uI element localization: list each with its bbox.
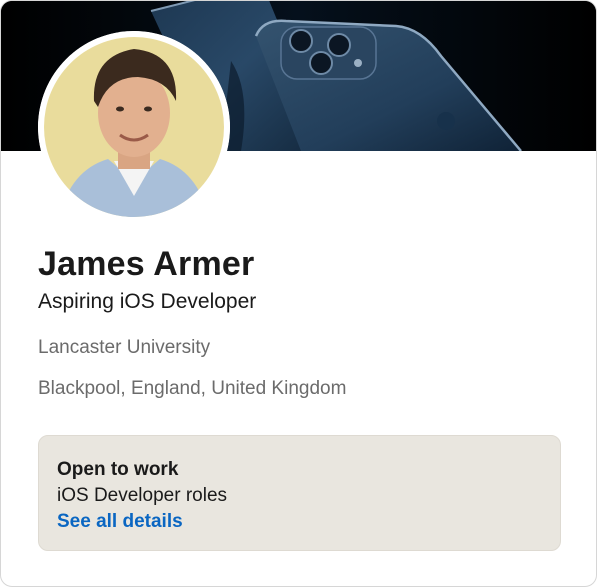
- open-to-work-box: Open to work iOS Developer roles See all…: [38, 435, 561, 551]
- profile-photo: [38, 31, 230, 223]
- open-to-work-roles: iOS Developer roles: [57, 485, 228, 506]
- profile-school[interactable]: Lancaster University: [38, 337, 210, 359]
- profile-headline: Aspiring iOS Developer: [38, 290, 257, 313]
- profile-name: James Armer: [38, 245, 255, 283]
- profile-location: Blackpool, England, United Kingdom: [38, 378, 347, 399]
- open-to-work-title: Open to work: [57, 459, 179, 480]
- profile-card: James Armer Aspiring iOS Developer Lanca…: [0, 0, 597, 587]
- see-all-details-link[interactable]: See all details: [57, 511, 183, 533]
- avatar[interactable]: [38, 31, 230, 223]
